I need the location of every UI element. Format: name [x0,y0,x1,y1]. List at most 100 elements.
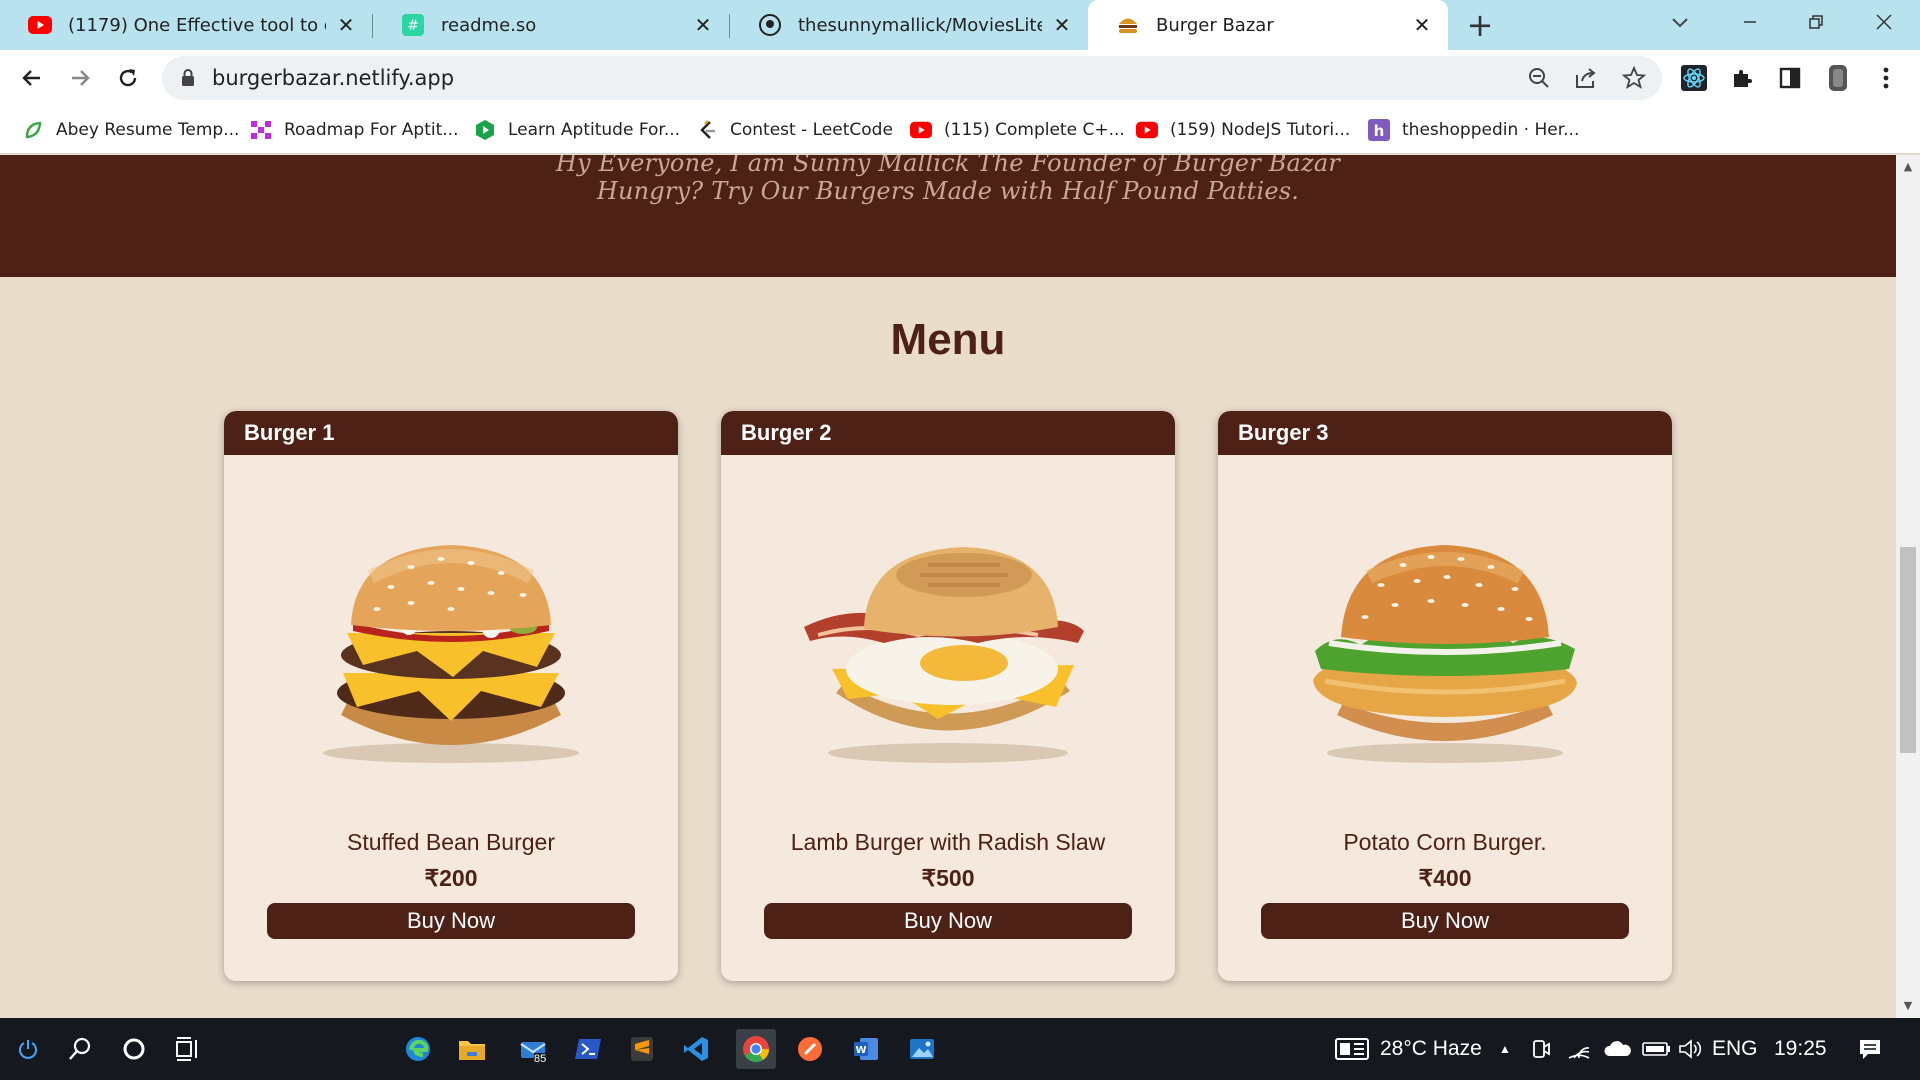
tab-search-chevron-icon[interactable] [1650,0,1710,44]
burger-icon [1116,13,1140,37]
roadmap-icon [250,119,272,141]
close-tab-icon[interactable]: ✕ [334,13,358,37]
word-icon[interactable]: W [846,1029,886,1069]
leaf-icon [22,119,44,141]
leetcode-icon [696,119,718,141]
zoom-icon[interactable] [1528,67,1550,93]
burger-name: Potato Corn Burger. [1343,829,1547,855]
scroll-thumb[interactable] [1900,547,1916,753]
menu-title: Menu [890,315,1006,364]
tab-readme[interactable]: # readme.so ✕ [373,0,729,50]
search-icon[interactable] [60,1029,100,1069]
lock-icon[interactable] [180,68,196,92]
github-icon [758,13,782,37]
browser-toolbar: burgerbazar.netlify.app [0,50,1920,106]
chrome-menu-icon[interactable] [1868,60,1904,96]
svg-text:h: h [1374,122,1385,140]
buy-now-button[interactable]: Buy Now [1261,903,1629,939]
back-button[interactable] [14,60,50,96]
burger-price: ₹500 [921,865,975,891]
bookmark-label: Contest - LeetCode [730,120,893,140]
minimize-button[interactable] [1720,0,1780,44]
postman-icon[interactable] [790,1029,830,1069]
menu-card-burger-1: Burger 1 Stuffed Bean Burger ₹200 Buy No… [224,411,678,981]
mail-icon[interactable]: 85 [514,1029,554,1069]
tab-burger-bazar[interactable]: Burger Bazar ✕ [1088,0,1448,50]
share-icon[interactable] [1574,67,1598,93]
reload-button[interactable] [110,60,146,96]
page-viewport[interactable]: Hy Everyone, I am Sunny Mallick The Foun… [0,155,1896,1018]
bookmarks-bar: Abey Resume Temp... Roadmap For Aptit...… [0,106,1920,154]
close-window-button[interactable] [1854,0,1914,44]
news-weather-icon[interactable] [1332,1029,1372,1069]
meet-now-icon[interactable] [1526,1029,1556,1069]
readme-icon: # [401,13,425,37]
power-icon[interactable] [8,1029,48,1069]
edge-icon[interactable] [398,1029,438,1069]
react-devtools-icon[interactable] [1676,60,1712,96]
svg-text:#: # [407,18,419,34]
burger-price: ₹200 [424,865,478,891]
tab-youtube[interactable]: (1179) One Effective tool to creat ✕ [0,0,372,50]
card-header: Burger 1 [224,411,678,455]
bookmark-roadmap[interactable]: Roadmap For Aptit... [250,106,458,154]
wifi-icon[interactable] [1564,1029,1594,1069]
heroku-icon: h [1368,119,1390,141]
page-scrollbar[interactable]: ▲ ▼ [1896,155,1920,1018]
close-tab-icon[interactable]: ✕ [1410,13,1434,37]
burger-price: ₹400 [1418,865,1472,891]
address-bar[interactable]: burgerbazar.netlify.app [162,56,1662,100]
burger-name: Lamb Burger with Radish Slaw [790,829,1106,855]
notification-center-icon[interactable] [1850,1029,1890,1069]
muffin-breakfast-burger-image [804,547,1084,763]
file-explorer-icon[interactable] [452,1029,492,1069]
clock-time[interactable]: 19:25 [1774,1018,1827,1080]
close-tab-icon[interactable]: ✕ [1050,13,1074,37]
chevron-up-icon[interactable]: ▲ [1490,1029,1520,1069]
bookmark-complete-cpp[interactable]: (115) Complete C+... [910,106,1125,154]
bookmark-theshoppedin[interactable]: h theshoppedin · Her... [1368,106,1579,154]
url-text[interactable]: burgerbazar.netlify.app [212,56,454,100]
forward-button[interactable] [62,60,98,96]
sublime-text-icon[interactable] [622,1029,662,1069]
onedrive-cloud-icon[interactable] [1600,1029,1634,1069]
bookmark-learn-aptitude[interactable]: Learn Aptitude For... [474,106,680,154]
task-view-icon[interactable] [168,1029,208,1069]
language-indicator[interactable]: ENG [1712,1018,1758,1080]
battery-icon[interactable] [1640,1029,1674,1069]
vscode-icon[interactable] [676,1029,716,1069]
bookmark-abey-resume[interactable]: Abey Resume Temp... [22,106,239,154]
tab-title: thesunnymallick/MoviesLite [798,14,1042,36]
youtube-icon [28,13,52,37]
volume-icon[interactable] [1676,1029,1706,1069]
mail-badge: 85 [534,1053,547,1065]
tab-title: (1179) One Effective tool to creat [68,14,326,36]
profile-avatar[interactable] [1820,60,1856,96]
close-tab-icon[interactable]: ✕ [691,13,715,37]
buy-now-button[interactable]: Buy Now [764,903,1132,939]
bookmark-label: theshoppedin · Her... [1402,120,1580,140]
hero-tagline-text: Hungry? Try Our Burgers Made with Half P… [596,177,1300,205]
restore-button[interactable] [1786,0,1846,44]
bookmark-label: Abey Resume Temp... [56,120,240,140]
bookmark-nodejs-tutorial[interactable]: (159) NodeJS Tutori... [1136,106,1350,154]
scroll-up-arrow-icon[interactable]: ▲ [1900,159,1916,175]
extensions-puzzle-icon[interactable] [1724,60,1760,96]
buy-now-button[interactable]: Buy Now [267,903,635,939]
new-tab-button[interactable]: + [1452,3,1508,47]
cortana-icon[interactable] [114,1029,154,1069]
weather-text[interactable]: 28°C Haze [1380,1018,1482,1080]
photos-icon[interactable] [902,1029,942,1069]
side-panel-icon[interactable] [1772,60,1808,96]
hero-intro-text: Hy Everyone, I am Sunny Mallick The Foun… [555,155,1341,177]
bookmark-label: Roadmap For Aptit... [284,120,459,140]
bookmark-label: (115) Complete C+... [944,120,1125,140]
scroll-down-arrow-icon[interactable]: ▼ [1900,998,1916,1014]
powershell-icon[interactable] [568,1029,608,1069]
chrome-icon[interactable] [736,1029,776,1069]
bookmark-star-icon[interactable] [1621,65,1647,94]
tab-github[interactable]: thesunnymallick/MoviesLite ✕ [730,0,1088,50]
menu-card-burger-2: Burger 2 Lamb Burger with Radish Slaw ₹5… [721,411,1175,981]
bookmark-leetcode[interactable]: Contest - LeetCode [696,106,893,154]
bookmark-label: Learn Aptitude For... [508,120,681,140]
